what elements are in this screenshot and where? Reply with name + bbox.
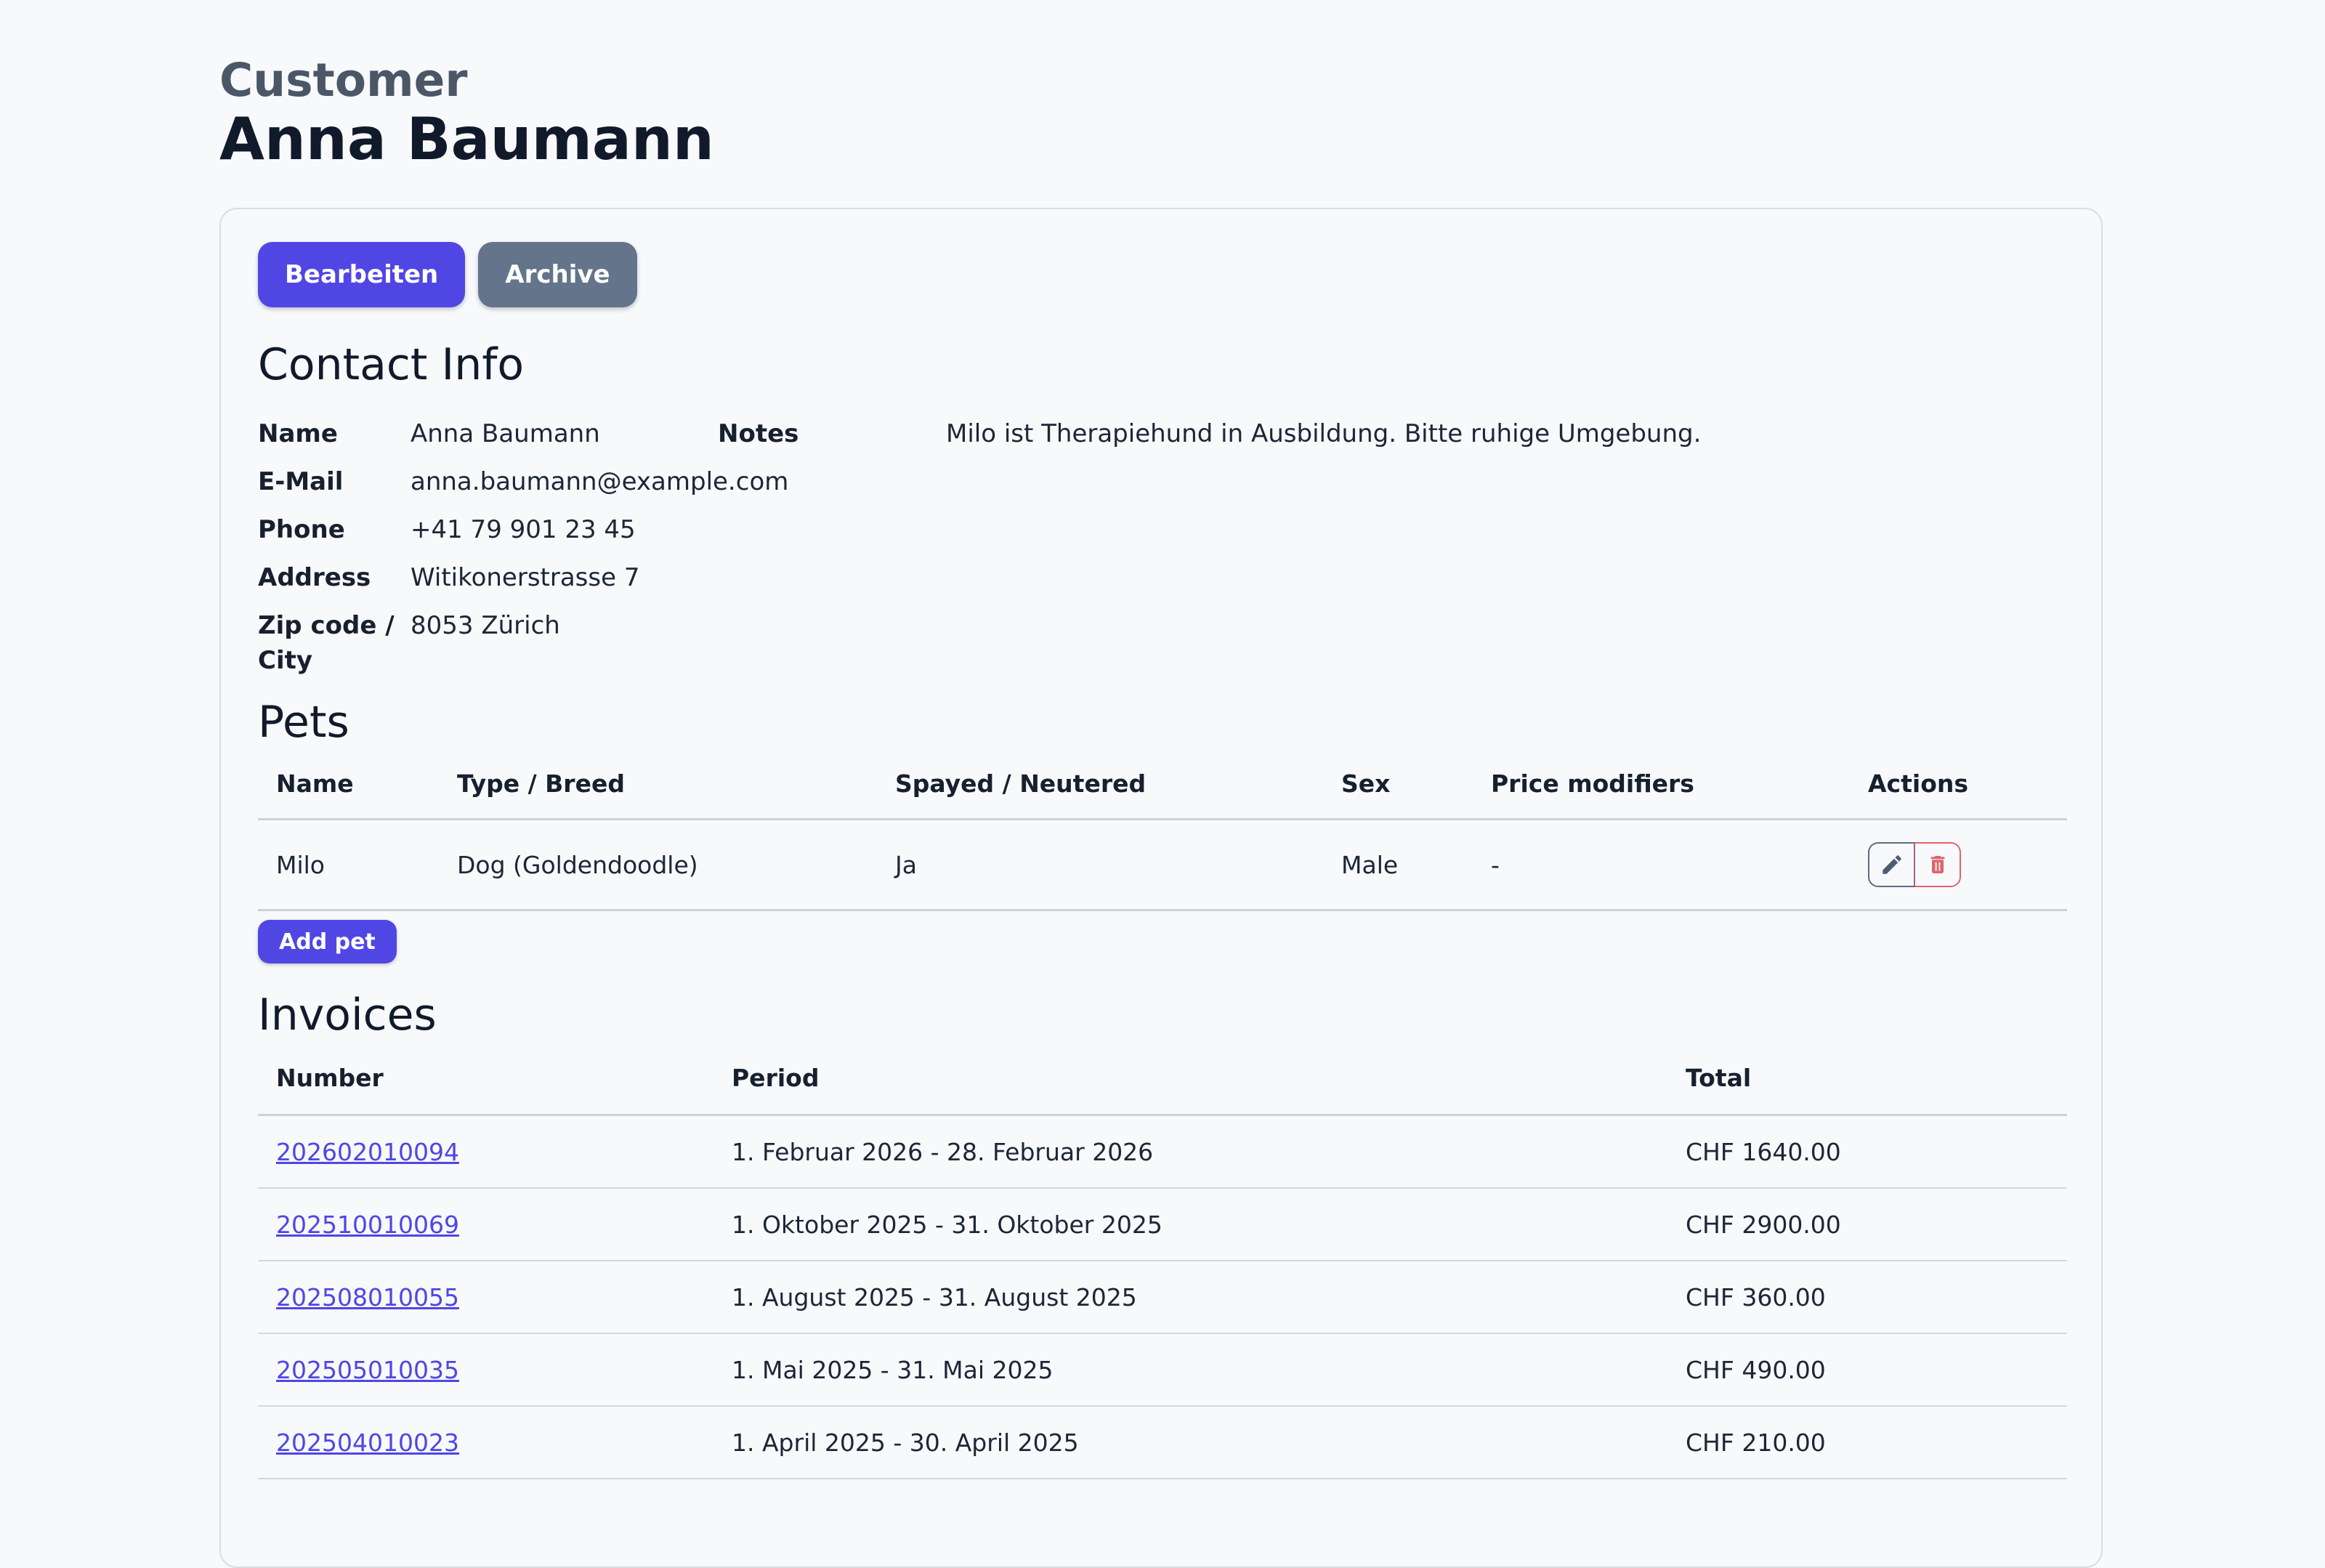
invoice-number-link[interactable]: 202510010069 (276, 1211, 459, 1239)
page-title: Anna Baumann (219, 106, 2103, 173)
pets-col-actions: Actions (1850, 769, 2067, 798)
contact-label-email: E-Mail (258, 464, 411, 499)
delete-pet-button[interactable] (1914, 842, 1961, 887)
invoice-total: CHF 210.00 (1667, 1428, 2067, 1457)
invoice-period: 1. Oktober 2025 - 31. Oktober 2025 (713, 1211, 1667, 1239)
pets-col-type-breed: Type / Breed (439, 769, 877, 798)
contact-value-address: Witikonerstrasse 7 (411, 560, 718, 595)
invoices-col-number: Number (258, 1064, 713, 1092)
invoice-period: 1. Mai 2025 - 31. Mai 2025 (713, 1356, 1667, 1384)
pet-sex: Male (1323, 851, 1473, 879)
invoice-period: 1. April 2025 - 30. April 2025 (713, 1428, 1667, 1457)
pet-price-modifiers: - (1473, 851, 1850, 879)
contact-info-heading: Contact Info (258, 339, 2067, 390)
contact-value-zip-city: 8053 Zürich (411, 608, 718, 678)
contact-info-grid: Name Anna Baumann Notes Milo ist Therapi… (258, 416, 2067, 678)
contact-value-phone: +41 79 901 23 45 (411, 512, 718, 547)
trash-icon (1926, 853, 1949, 876)
edit-pet-button[interactable] (1868, 842, 1914, 887)
invoice-total: CHF 490.00 (1667, 1356, 2067, 1384)
invoice-total: CHF 2900.00 (1667, 1211, 2067, 1239)
pet-name: Milo (258, 851, 439, 879)
pets-col-price-modifiers: Price modifiers (1473, 769, 1850, 798)
pet-action-group (1868, 842, 1961, 887)
invoice-total: CHF 1640.00 (1667, 1138, 2067, 1166)
contact-value-email: anna.baumann@example.com (411, 464, 718, 499)
pet-actions (1850, 842, 2067, 887)
pets-col-name: Name (258, 769, 439, 798)
pet-spayed: Ja (877, 851, 1323, 879)
contact-value-name: Anna Baumann (411, 416, 718, 451)
invoice-number-link[interactable]: 202508010055 (276, 1283, 459, 1312)
contact-label-name: Name (258, 416, 411, 451)
invoice-period: 1. August 2025 - 31. August 2025 (713, 1283, 1667, 1312)
invoices-col-period: Period (713, 1064, 1667, 1092)
invoice-number-link[interactable]: 202504010023 (276, 1428, 459, 1457)
edit-customer-button[interactable]: Bearbeiten (258, 242, 465, 307)
contact-label-notes: Notes (718, 416, 946, 451)
pets-table-header: Name Type / Breed Spayed / Neutered Sex … (258, 761, 2067, 820)
pencil-icon (1880, 852, 1904, 877)
archive-customer-button[interactable]: Archive (478, 242, 636, 307)
invoice-table-row: 202504010023 1. April 2025 - 30. April 2… (258, 1407, 2067, 1479)
invoice-table-row: 202505010035 1. Mai 2025 - 31. Mai 2025 … (258, 1334, 2067, 1407)
customer-detail-page: Customer Anna Baumann Bearbeiten Archive… (0, 0, 2325, 1568)
pets-col-sex: Sex (1323, 769, 1473, 798)
pet-type-breed: Dog (Goldendoodle) (439, 851, 877, 879)
contact-label-zip-city: Zip code / City (258, 608, 396, 678)
page-kicker: Customer (219, 55, 2103, 106)
contact-value-notes: Milo ist Therapiehund in Ausbildung. Bit… (946, 416, 2067, 451)
pets-heading: Pets (258, 697, 2067, 748)
invoice-period: 1. Februar 2026 - 28. Februar 2026 (713, 1138, 1667, 1166)
invoices-table-header: Number Period Total (258, 1052, 2067, 1116)
invoice-total: CHF 360.00 (1667, 1283, 2067, 1312)
invoices-col-total: Total (1667, 1064, 2067, 1092)
invoice-table-row: 202510010069 1. Oktober 2025 - 31. Oktob… (258, 1189, 2067, 1261)
invoice-table-row: 202602010094 1. Februar 2026 - 28. Febru… (258, 1116, 2067, 1189)
invoices-heading: Invoices (258, 990, 2067, 1040)
pet-table-row: Milo Dog (Goldendoodle) Ja Male - (258, 820, 2067, 911)
contact-label-phone: Phone (258, 512, 411, 547)
invoice-number-link[interactable]: 202602010094 (276, 1138, 459, 1166)
invoice-number-link[interactable]: 202505010035 (276, 1356, 459, 1384)
customer-card: Bearbeiten Archive Contact Info Name Ann… (219, 208, 2103, 1568)
invoice-table-row: 202508010055 1. August 2025 - 31. August… (258, 1261, 2067, 1334)
add-pet-button[interactable]: Add pet (258, 920, 397, 963)
toolbar: Bearbeiten Archive (258, 242, 2067, 307)
pets-col-spayed: Spayed / Neutered (877, 769, 1323, 798)
contact-label-address: Address (258, 560, 411, 595)
